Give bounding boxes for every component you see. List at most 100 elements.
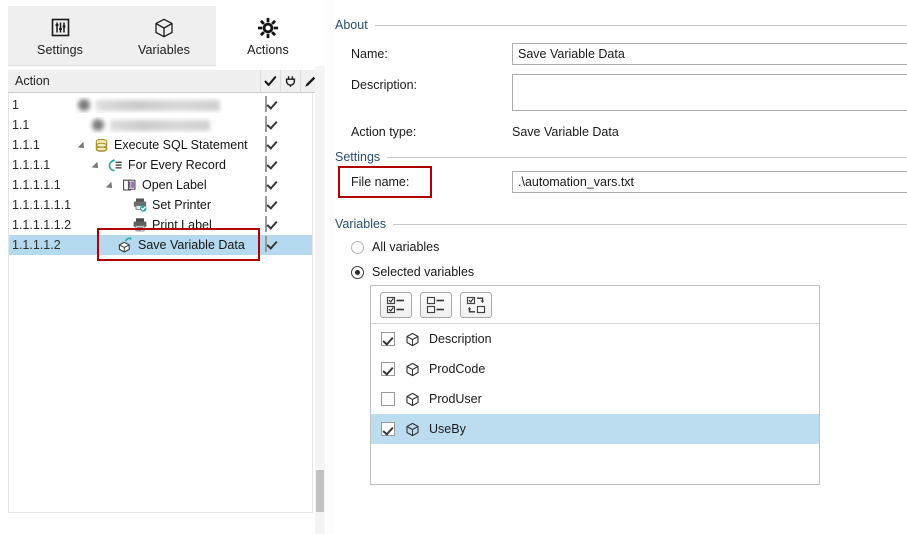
row-label: Save Variable Data: [138, 238, 245, 252]
tab-actions[interactable]: Actions: [216, 6, 320, 66]
variables-group-header: Variables: [335, 217, 907, 231]
description-input[interactable]: [512, 74, 907, 111]
variable-checkbox[interactable]: [381, 332, 395, 346]
row-enabled-checkbox[interactable]: [265, 237, 279, 251]
cube-icon: [404, 361, 420, 377]
row-number: 1.1.1: [9, 138, 75, 152]
file-name-input[interactable]: .\automation_vars.txt: [512, 171, 907, 193]
row-enabled-checkbox[interactable]: [265, 177, 279, 191]
selected-variables-label: Selected variables: [372, 265, 474, 279]
table-row[interactable]: 1.1.1.1 For: [9, 155, 312, 175]
variable-label: UseBy: [429, 422, 466, 436]
open-label-icon: [121, 177, 138, 193]
action-editor-window: Settings Variables: [0, 0, 907, 534]
variable-label: ProdUser: [429, 392, 482, 406]
settings-group-title: Settings: [335, 150, 380, 164]
description-label: Description:: [351, 78, 417, 92]
row-number: 1.1.1.1.1.1: [9, 198, 75, 212]
row-label: Execute SQL Statement: [114, 138, 248, 152]
row-enabled-checkbox[interactable]: [265, 117, 279, 131]
group-divider-line: [387, 157, 907, 158]
table-row[interactable]: 1.1.1 Execute SQL Statement: [9, 135, 312, 155]
variables-group-title: Variables: [335, 217, 386, 231]
row-label: Open Label: [142, 178, 207, 192]
name-label: Name:: [351, 47, 388, 61]
row-enabled-checkbox[interactable]: [265, 197, 279, 211]
tab-actions-label: Actions: [247, 43, 289, 57]
action-type-label: Action type:: [351, 125, 416, 139]
table-row[interactable]: 1.1.1.1.1.1 Set Printer: [9, 195, 312, 215]
actions-left-panel: Settings Variables: [0, 0, 327, 534]
action-properties-panel: About Name: Save Variable Data Descripti…: [335, 0, 907, 534]
selected-variables-radio-row[interactable]: Selected variables: [351, 265, 474, 279]
loop-record-icon: [107, 157, 124, 173]
name-input[interactable]: Save Variable Data: [512, 43, 907, 65]
cube-icon: [404, 421, 420, 437]
list-item[interactable]: Description: [371, 324, 819, 354]
list-item[interactable]: ProdUser: [371, 384, 819, 414]
row-number: 1.1.1.1.2: [9, 238, 75, 252]
all-variables-label: All variables: [372, 240, 439, 254]
left-panel-scrollbar-thumb[interactable]: [316, 470, 324, 512]
cube-icon: [153, 16, 175, 40]
row-number: 1.1: [9, 118, 75, 132]
deselect-all-button[interactable]: [420, 292, 452, 318]
expander-icon[interactable]: [79, 141, 88, 150]
select-all-button[interactable]: [380, 292, 412, 318]
checkmark-icon[interactable]: [260, 70, 280, 93]
redacted-icon: [75, 97, 92, 113]
row-label: Print Label: [152, 218, 212, 232]
row-number: 1: [9, 98, 75, 112]
row-enabled-checkbox[interactable]: [265, 97, 279, 111]
variable-label: ProdCode: [429, 362, 485, 376]
table-row[interactable]: 1: [9, 95, 312, 115]
variable-checkbox[interactable]: [381, 362, 395, 376]
row-enabled-checkbox[interactable]: [265, 217, 279, 231]
row-label: For Every Record: [128, 158, 226, 172]
action-list-header: Action: [8, 70, 320, 93]
variable-checkbox[interactable]: [381, 392, 395, 406]
expander-icon[interactable]: [107, 181, 116, 190]
tab-strip: Settings Variables: [8, 6, 320, 66]
variable-label: Description: [429, 332, 492, 346]
action-tree[interactable]: 1 1.1 1.1.1: [8, 93, 313, 513]
list-item[interactable]: ProdCode: [371, 354, 819, 384]
settings-group-header: Settings: [335, 150, 907, 164]
row-enabled-checkbox[interactable]: [265, 157, 279, 171]
print-label-icon: [131, 217, 148, 233]
table-row-save-variable-data[interactable]: 1.1.1.1.2 Save Variable Data: [9, 235, 312, 255]
tab-variables-label: Variables: [138, 43, 190, 57]
redacted-label: [96, 100, 220, 111]
save-variable-data-icon: [117, 237, 134, 253]
row-number: 1.1.1.1.1: [9, 178, 75, 192]
variables-toolbar: [371, 286, 819, 324]
invert-selection-button[interactable]: [460, 292, 492, 318]
tab-settings[interactable]: Settings: [8, 6, 112, 66]
table-row[interactable]: 1.1.1.1.1.2: [9, 215, 312, 235]
redacted-label: [110, 120, 210, 131]
plug-icon[interactable]: [280, 70, 300, 93]
variable-checkbox[interactable]: [381, 422, 395, 436]
about-group-header: About: [335, 18, 907, 32]
all-variables-radio-row[interactable]: All variables: [351, 240, 439, 254]
variables-list-box: Description ProdCode: [370, 285, 820, 485]
group-divider-line: [375, 25, 907, 26]
row-number: 1.1.1.1: [9, 158, 75, 172]
row-enabled-checkbox[interactable]: [265, 137, 279, 151]
cube-icon: [404, 331, 420, 347]
set-printer-icon: [131, 197, 148, 213]
selected-variables-radio[interactable]: [351, 266, 364, 279]
table-row[interactable]: 1.1.1.1.1: [9, 175, 312, 195]
panel-divider: [327, 0, 335, 534]
list-item[interactable]: UseBy: [371, 414, 819, 444]
expander-icon[interactable]: [93, 161, 102, 170]
column-header-action: Action: [8, 74, 260, 88]
left-panel-scrollbar-track[interactable]: [315, 66, 325, 534]
redacted-icon: [89, 117, 106, 133]
database-icon: [93, 137, 110, 153]
row-label: Set Printer: [152, 198, 211, 212]
tab-variables[interactable]: Variables: [112, 6, 216, 66]
tab-settings-label: Settings: [37, 43, 83, 57]
all-variables-radio[interactable]: [351, 241, 364, 254]
table-row[interactable]: 1.1: [9, 115, 312, 135]
